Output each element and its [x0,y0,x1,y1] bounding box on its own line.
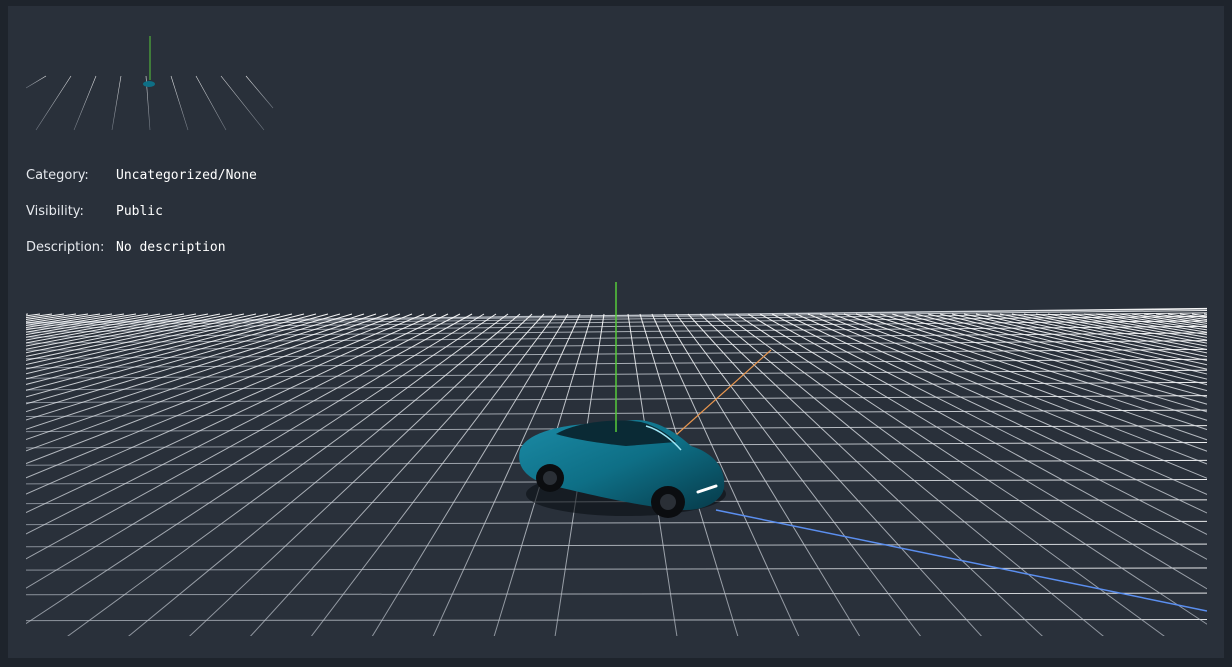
visibility-row: Visibility: Public [26,204,257,240]
grid-line [26,313,173,341]
grid-line [891,313,1207,405]
visibility-value: Public [116,204,163,219]
grid-line [927,313,1207,386]
description-label: Description: [26,240,105,255]
grid-line [1023,313,1207,350]
3d-viewport[interactable] [26,274,1207,636]
asset-metadata: Category: Uncategorized/None Visibility:… [26,168,257,276]
grid-line [26,313,497,625]
grid-line [1083,313,1207,336]
grid-line [26,313,305,385]
grid-line [26,313,53,319]
x-axis-line [715,509,1207,612]
viewport-scene [26,282,1207,636]
grid-line [26,313,461,535]
category-value: Uncategorized/None [116,168,257,183]
grid-line [26,313,401,452]
thumbnail-car [143,81,155,87]
description-row: Description: No description [26,240,257,276]
thumbnail-scene [26,36,274,131]
grid-line [310,313,557,636]
preview-thumbnail[interactable] [26,28,274,132]
grid-line [26,313,413,465]
z-axis-line [665,349,772,445]
grid-line [26,313,437,495]
grid-line [855,313,1207,431]
grid-line [26,313,329,398]
car-model [519,420,726,518]
visibility-label: Visibility: [26,204,84,219]
grid-line [963,313,1207,370]
grid-line [26,313,149,336]
category-label: Category: [26,168,89,183]
grid-line [1047,313,1207,344]
grid-line [26,313,257,366]
grid-line [1179,313,1207,319]
asset-detail-panel: Category: Uncategorized/None Visibility:… [8,6,1224,658]
grid-line [26,313,377,430]
grid-line [1167,313,1207,321]
description-value: No description [116,240,226,255]
grid-line [843,313,1207,441]
grid-line [819,313,1207,465]
category-row: Category: Uncategorized/None [26,168,257,204]
grid-line [1059,313,1207,341]
grid-line [26,313,269,370]
